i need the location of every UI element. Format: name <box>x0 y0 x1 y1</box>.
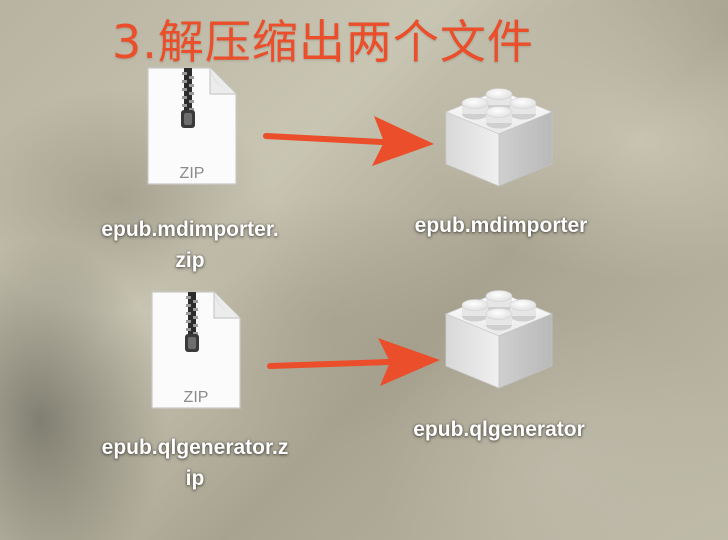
arrow-right-icon <box>263 116 434 166</box>
file-name-line: ip <box>185 467 205 490</box>
zip-file-icon[interactable]: ZIP <box>150 290 242 410</box>
plugin-bundle-icon[interactable] <box>440 72 558 190</box>
zip-file-name[interactable]: epub.mdimporter. zip <box>40 214 340 276</box>
plugin-bundle-icon[interactable] <box>440 274 558 392</box>
arrow-right-icon <box>267 338 440 386</box>
page-title: 3.解压缩出两个文件 <box>112 15 534 69</box>
plugin-bundle-name[interactable]: epub.qlgenerator <box>368 414 630 445</box>
plugin-bundle-name[interactable]: epub.mdimporter <box>370 210 632 241</box>
zip-file-icon[interactable]: ZIP <box>146 66 238 186</box>
file-name-line: epub.mdimporter. <box>101 218 279 241</box>
file-name-line: zip <box>175 249 205 272</box>
file-name-line: epub.qlgenerator.z <box>101 436 289 459</box>
zip-badge: ZIP <box>184 389 209 406</box>
zip-file-name[interactable]: epub.qlgenerator.z ip <box>40 432 350 494</box>
zip-badge: ZIP <box>180 165 205 182</box>
